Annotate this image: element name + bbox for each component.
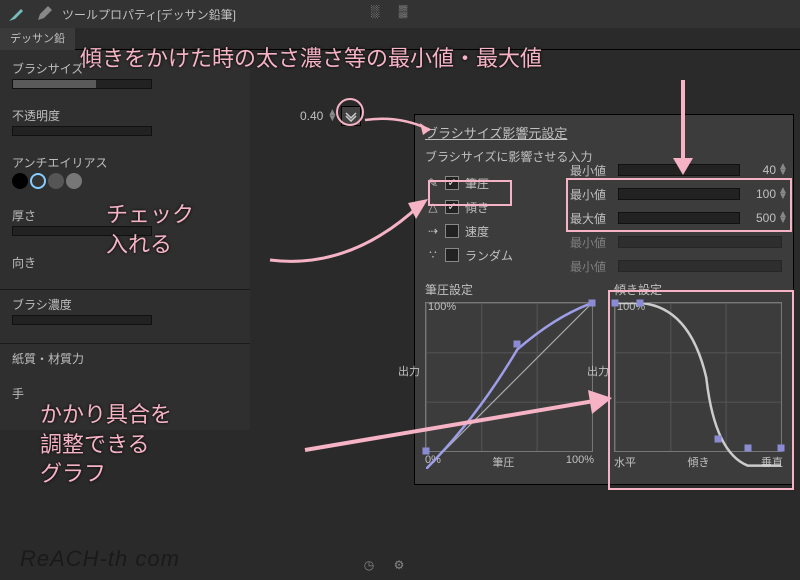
brush-size-expand-button[interactable] <box>341 106 361 126</box>
tilt-max-row: 最大値 500 ▲▼ <box>570 206 788 230</box>
pressure-min-spinner[interactable]: ▲▼ <box>778 164 788 176</box>
tilt-graph-plot[interactable]: 100% 出力 <box>614 302 782 452</box>
tab-strip: デッサン鉛 <box>0 28 800 50</box>
thickness-label: 厚さ <box>12 207 238 224</box>
tilt-max-slider[interactable] <box>618 212 740 224</box>
tilt-icon: △ <box>425 200 441 214</box>
random-min-slider <box>618 260 782 272</box>
direction-label: 向き <box>12 254 238 271</box>
tilt-min-value: 100 <box>746 187 776 201</box>
tilt-min-spinner[interactable]: ▲▼ <box>778 188 788 200</box>
pressure-icon: ✎ <box>425 176 441 190</box>
random-min-row: 最小値 <box>570 254 788 278</box>
tilt-max-value: 500 <box>746 211 776 225</box>
velocity-min-label: 最小値 <box>570 234 618 251</box>
opacity-label: 不透明度 <box>12 107 238 124</box>
prop-thickness[interactable]: 厚さ <box>12 207 238 236</box>
spray-icon[interactable]: ░ <box>364 0 386 22</box>
density-label: ブラシ濃度 <box>12 296 238 313</box>
pressure-ylabel: 出力 <box>398 363 420 379</box>
antialias-label: アンチエイリアス <box>12 154 238 171</box>
brush-size-value: 0.40 <box>300 109 323 123</box>
tilt-max-spinner[interactable]: ▲▼ <box>778 212 788 224</box>
prop-antialias[interactable]: アンチエイリアス <box>12 154 238 189</box>
paper-label: 紙質・材質力 <box>12 350 238 367</box>
prop-opacity[interactable]: 不透明度 <box>12 107 238 136</box>
brush-icon <box>6 4 26 24</box>
density-slider[interactable] <box>12 315 152 325</box>
header-tool-icons: ░ ▒ <box>364 0 414 22</box>
aa-option-1[interactable] <box>12 173 28 189</box>
property-sidebar: ブラシサイズ 不透明度 アンチエイリアス 厚さ 向き ブラシ濃度 <box>0 50 250 430</box>
watermark: ReACH-th com <box>20 546 180 572</box>
prop-brush-size[interactable]: ブラシサイズ <box>12 60 238 89</box>
pressure-min-row: 最小値 40 ▲▼ <box>570 158 788 182</box>
pressure-checkbox[interactable] <box>445 176 459 190</box>
tilt-max-label: 最大値 <box>570 210 618 227</box>
source-pressure-label: 筆圧 <box>465 175 529 192</box>
tab-active[interactable]: デッサン鉛 <box>0 28 75 50</box>
random-checkbox[interactable] <box>445 248 459 262</box>
tilt-graph-title: 傾き設定 <box>614 281 783 298</box>
tool-icon-2[interactable]: ⚙ <box>390 556 408 574</box>
pressure-min-value: 40 <box>746 163 776 177</box>
brush-size-spinner[interactable]: ▲▼ <box>327 110 337 122</box>
source-random-label: ランダム <box>465 247 529 264</box>
random-icon: ∵ <box>425 248 441 262</box>
brush-size-value-row: 0.40 ▲▼ <box>300 106 361 126</box>
prop-hand[interactable]: 手 <box>12 385 238 402</box>
aa-option-4[interactable] <box>66 173 82 189</box>
random-min-label: 最小値 <box>570 258 618 275</box>
tilt-ylabel: 出力 <box>587 363 609 379</box>
pressure-min-slider[interactable] <box>618 164 740 176</box>
source-tilt-label: 傾き <box>465 199 529 216</box>
tool-icon-1[interactable]: ◷ <box>360 556 378 574</box>
aa-option-2[interactable] <box>30 173 46 189</box>
velocity-icon: ⇢ <box>425 224 441 238</box>
brush-size-label: ブラシサイズ <box>12 60 238 77</box>
pressure-graph-title: 筆圧設定 <box>425 281 594 298</box>
panel-title: ツールプロパティ[デッサン鉛筆] <box>62 6 236 23</box>
tilt-graph: 傾き設定 100% 出力 水平 傾き 垂直 <box>614 281 783 470</box>
pressure-graph: 筆圧設定 100% 出力 0% 筆圧 100% <box>425 281 594 470</box>
aa-option-3[interactable] <box>48 173 64 189</box>
source-velocity-label: 速度 <box>465 223 529 240</box>
tilt-min-slider[interactable] <box>618 188 740 200</box>
opacity-slider[interactable] <box>12 126 152 136</box>
minmax-column: 最小値 40 ▲▼ 最小値 100 ▲▼ 最大値 500 ▲▼ 最小値 最小値 <box>570 158 788 278</box>
bottom-toolbar: ◷ ⚙ <box>360 556 408 574</box>
brush-size-slider[interactable] <box>12 79 152 89</box>
tilt-min-row: 最小値 100 ▲▼ <box>570 182 788 206</box>
velocity-checkbox[interactable] <box>445 224 459 238</box>
prop-direction[interactable]: 向き <box>12 254 238 271</box>
pressure-graph-plot[interactable]: 100% 出力 <box>425 302 593 452</box>
thickness-slider[interactable] <box>12 226 152 236</box>
velocity-min-row: 最小値 <box>570 230 788 254</box>
prop-paper[interactable]: 紙質・材質力 <box>12 350 238 367</box>
tilt-checkbox[interactable] <box>445 200 459 214</box>
velocity-min-slider <box>618 236 782 248</box>
tilt-min-label: 最小値 <box>570 186 618 203</box>
spray-alt-icon[interactable]: ▒ <box>392 0 414 22</box>
prop-density[interactable]: ブラシ濃度 <box>12 296 238 325</box>
hand-label: 手 <box>12 385 238 402</box>
influence-title: ブラシサイズ影響元設定 <box>425 123 783 142</box>
pencil-icon <box>34 4 54 24</box>
pressure-min-label: 最小値 <box>570 162 618 179</box>
